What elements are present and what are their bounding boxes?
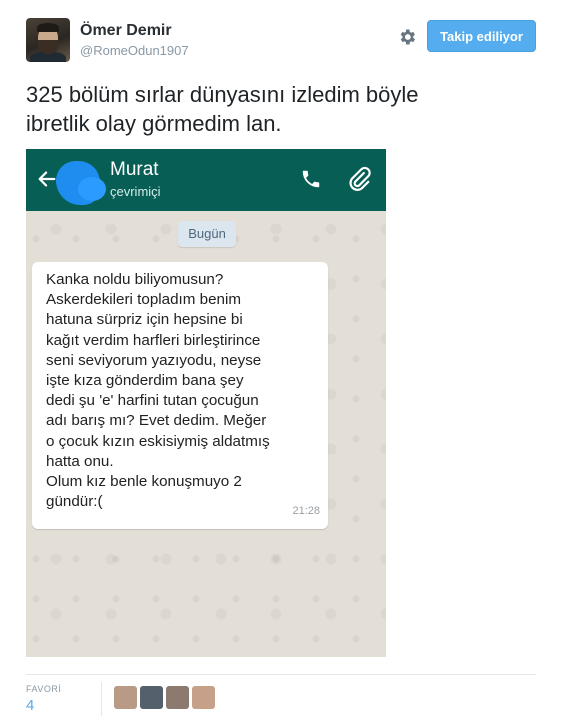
stats-divider <box>26 674 536 675</box>
contact-name: Murat <box>110 159 159 180</box>
message-text: Kanka noldu biliyomusun? Askerdekileri t… <box>46 271 270 511</box>
back-arrow-icon <box>38 171 56 187</box>
chat-header-bar: Murat çevrimiçi <box>26 149 386 211</box>
tweet-text-line-1: 325 bölüm sırlar dünyasını izledim böyle <box>26 82 419 107</box>
favoriter-avatar[interactable] <box>166 686 189 709</box>
favorites-count[interactable]: 4 <box>26 697 34 714</box>
contact-status: çevrimiçi <box>110 184 161 199</box>
tweet-photo[interactable]: Murat çevrimiçi Bugün Kanka noldu biliyo… <box>26 149 386 657</box>
favoriter-avatar[interactable] <box>192 686 215 709</box>
favoriter-avatar[interactable] <box>114 686 137 709</box>
favoriter-avatar[interactable] <box>140 686 163 709</box>
message-time: 21:28 <box>292 505 320 517</box>
following-button[interactable]: Takip ediliyor <box>427 20 536 52</box>
author-avatar[interactable] <box>26 18 70 62</box>
censor-scribble-2 <box>78 177 106 201</box>
message-bubble: Kanka noldu biliyomusun? Askerdekileri t… <box>32 262 328 529</box>
tweet-text-line-2: ibretlik olay görmedim lan. <box>26 111 282 136</box>
author-name[interactable]: Ömer Demir <box>80 22 172 40</box>
favorites-label: FAVORİ <box>26 684 62 694</box>
date-chip: Bugün <box>178 221 236 247</box>
stats-separator <box>101 682 102 716</box>
phone-icon <box>302 170 320 188</box>
favorited-by-avatars <box>114 686 215 710</box>
paperclip-icon <box>349 166 371 191</box>
tweet-text: 325 bölüm sırlar dünyasını izledim böyle… <box>26 80 536 138</box>
tweet-header: Ömer Demir @RomeOdun1907 Takip ediliyor <box>0 0 562 70</box>
author-handle[interactable]: @RomeOdun1907 <box>80 43 189 58</box>
gear-icon[interactable] <box>397 27 417 47</box>
